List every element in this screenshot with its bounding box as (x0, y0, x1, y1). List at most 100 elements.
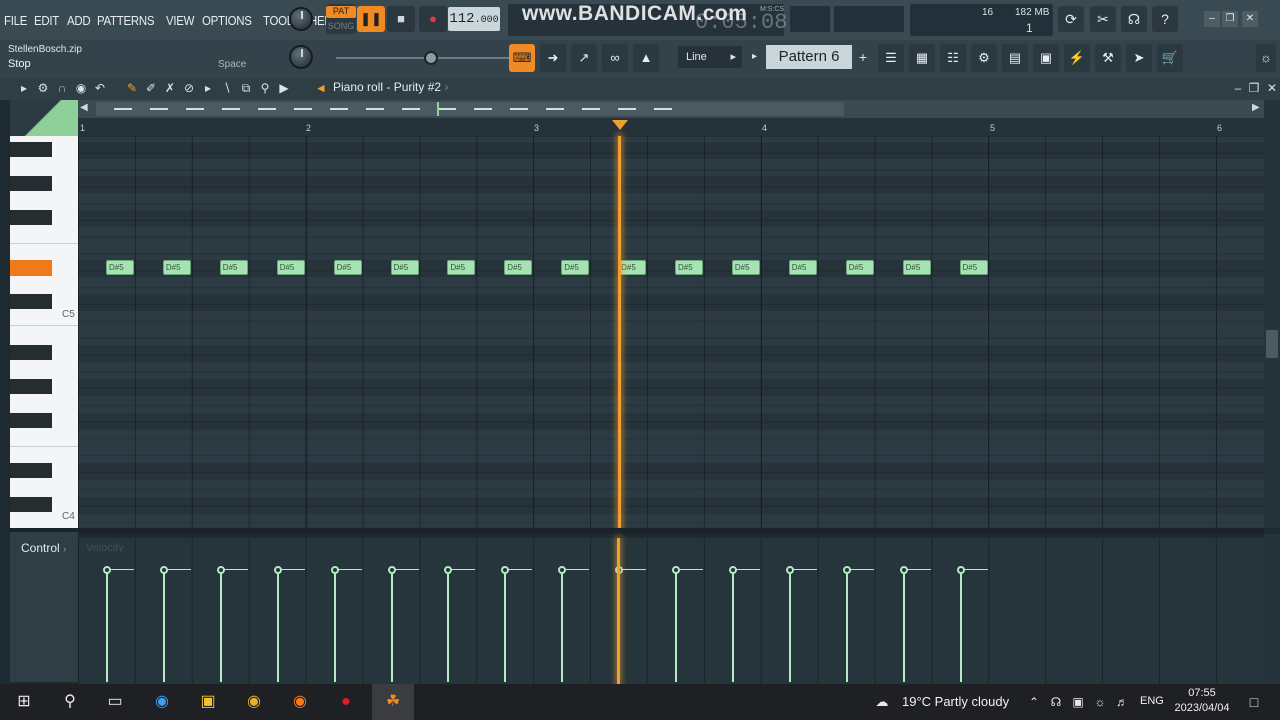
velocity-handle[interactable] (216, 566, 225, 574)
note-block[interactable]: D#5 (106, 260, 134, 275)
velocity-scroller[interactable] (1264, 534, 1280, 684)
firefox-icon[interactable]: ◉ (288, 690, 312, 714)
close-icon[interactable]: ✕ (1242, 11, 1258, 27)
note-block[interactable]: D#5 (902, 260, 931, 275)
undo-icon[interactable]: ↶ (92, 80, 108, 96)
menu-add[interactable]: ADD (67, 13, 91, 28)
control-label[interactable]: Control › (21, 541, 66, 555)
note-block[interactable]: D#5 (390, 260, 419, 275)
scroll-right-icon[interactable]: ▶ (1252, 102, 1260, 113)
delete-tool-icon[interactable]: ✗ (162, 80, 178, 96)
globe-icon[interactable]: ☼ (1256, 44, 1276, 72)
chevron-up-icon[interactable]: ⌃ (1022, 690, 1046, 714)
note-block[interactable]: D#5 (959, 260, 988, 275)
chrome-icon[interactable]: ◉ (242, 690, 266, 714)
velocity-handle[interactable] (159, 566, 168, 574)
black-key[interactable] (10, 413, 52, 428)
select-icon[interactable]: ⧉ (238, 80, 254, 96)
playback-icon[interactable]: ▶ (276, 80, 292, 96)
vertical-scroller[interactable] (1264, 100, 1280, 528)
velocity-handle[interactable] (728, 566, 737, 574)
black-key[interactable] (10, 210, 52, 225)
black-key[interactable] (10, 463, 52, 478)
menu-file[interactable]: FILE (4, 13, 27, 28)
task-view-icon[interactable]: ▭ (103, 690, 127, 714)
system-clock[interactable]: 07:55 2023/04/04 (1174, 686, 1230, 716)
scroll-left-icon[interactable]: ◀ (80, 102, 88, 113)
menu-view[interactable]: VIEW (166, 13, 194, 28)
playhead-marker[interactable] (612, 120, 628, 130)
pause-button[interactable]: ❚❚ (357, 6, 385, 32)
note-block[interactable]: D#5 (162, 260, 191, 275)
vertical-scroll-thumb[interactable] (1266, 330, 1278, 358)
pattern-arrows-icon[interactable]: ◄ (313, 80, 329, 96)
add-pattern-button[interactable]: + (855, 46, 871, 68)
velocity-handle[interactable] (785, 566, 794, 574)
velocity-handle[interactable] (899, 566, 908, 574)
windows-start-icon[interactable]: ⊞ (12, 690, 36, 714)
microphone-tray-icon[interactable]: ☊ (1044, 690, 1068, 714)
edge-icon[interactable]: ◉ (150, 690, 174, 714)
menu-options[interactable]: OPTIONS (202, 13, 252, 28)
velocity-lane[interactable] (78, 538, 1264, 684)
note-block[interactable]: D#5 (675, 260, 703, 275)
velocity-handle[interactable] (103, 566, 111, 574)
shop-icon[interactable]: 🛒 (1157, 44, 1183, 72)
splitter[interactable] (10, 528, 1264, 534)
language-indicator[interactable]: ENG (1140, 695, 1164, 707)
file-explorer-icon[interactable]: ▣ (196, 690, 220, 714)
pr-minimize-icon[interactable]: – (1230, 80, 1246, 96)
velocity-handle[interactable] (273, 566, 282, 574)
velocity-handle[interactable] (387, 566, 396, 574)
minimize-icon[interactable]: – (1204, 11, 1220, 27)
velocity-handle[interactable] (672, 566, 680, 574)
black-key[interactable] (10, 294, 52, 309)
pr-close-icon[interactable]: ✕ (1264, 80, 1280, 96)
menu-edit[interactable]: EDIT (34, 13, 59, 28)
menu-patterns[interactable]: PATTERNS (97, 13, 154, 28)
restore-icon[interactable]: ❐ (1222, 11, 1238, 27)
project-icon[interactable]: ▣ (1033, 44, 1059, 72)
slip-icon[interactable]: ▸ (200, 80, 216, 96)
pattern-selector[interactable]: Pattern 6 (766, 45, 852, 69)
velocity-handle[interactable] (956, 566, 965, 574)
pat-song-toggle[interactable]: PAT SONG (326, 4, 356, 34)
fl-studio-icon[interactable]: ☘ (381, 690, 405, 714)
weather-text[interactable]: 19°C Partly cloudy (902, 694, 1009, 709)
master-pitch-knob[interactable] (289, 45, 313, 69)
globe-tray-icon[interactable]: ☼ (1088, 690, 1112, 714)
arrow-right-icon[interactable]: ➜ (540, 44, 566, 72)
weather-icon[interactable]: ☁ (870, 690, 894, 714)
note-block[interactable]: D#5 (845, 260, 874, 275)
black-key[interactable] (10, 497, 52, 512)
brush-icon[interactable]: ✐ (143, 80, 159, 96)
bandicam-record-icon[interactable]: ● (334, 690, 358, 714)
wrench-icon[interactable]: ⚙ (35, 80, 51, 96)
mixer-icon[interactable]: ⚙ (971, 44, 997, 72)
search-icon[interactable]: ⚲ (58, 690, 82, 714)
tools-icon[interactable]: ⚒ (1095, 44, 1121, 72)
tempo-display[interactable]: 112.000 (448, 7, 500, 31)
record-button[interactable]: ● (419, 6, 447, 32)
notification-icon[interactable]: □ (1242, 690, 1266, 714)
metronome-icon[interactable]: ▲ (633, 44, 659, 72)
magnet-icon[interactable]: ∩ (54, 80, 70, 96)
slice-icon[interactable]: ∖ (219, 80, 235, 96)
step-icon[interactable]: ◉ (73, 80, 89, 96)
black-key[interactable] (10, 379, 52, 394)
speaker-icon[interactable]: ♬ (1110, 690, 1134, 714)
browser-icon[interactable]: ▤ (1002, 44, 1028, 72)
pencil-icon[interactable]: ✎ (124, 80, 140, 96)
piano-roll-icon[interactable]: ▦ (909, 44, 935, 72)
snap-select[interactable]: Line ▸ (678, 46, 742, 68)
note-block[interactable]: D#5 (219, 260, 248, 275)
plugin-icon[interactable]: ⚡ (1064, 44, 1090, 72)
active-key-d-sharp-5[interactable] (10, 260, 52, 276)
note-block[interactable]: D#5 (276, 260, 305, 275)
network-icon[interactable]: ▣ (1066, 690, 1090, 714)
pattern-prev-icon[interactable]: ▸ (752, 46, 764, 68)
mute-tool-icon[interactable]: ⊘ (181, 80, 197, 96)
black-key[interactable] (10, 142, 52, 157)
velocity-handle[interactable] (330, 566, 339, 574)
pr-maximize-icon[interactable]: ❐ (1246, 80, 1262, 96)
